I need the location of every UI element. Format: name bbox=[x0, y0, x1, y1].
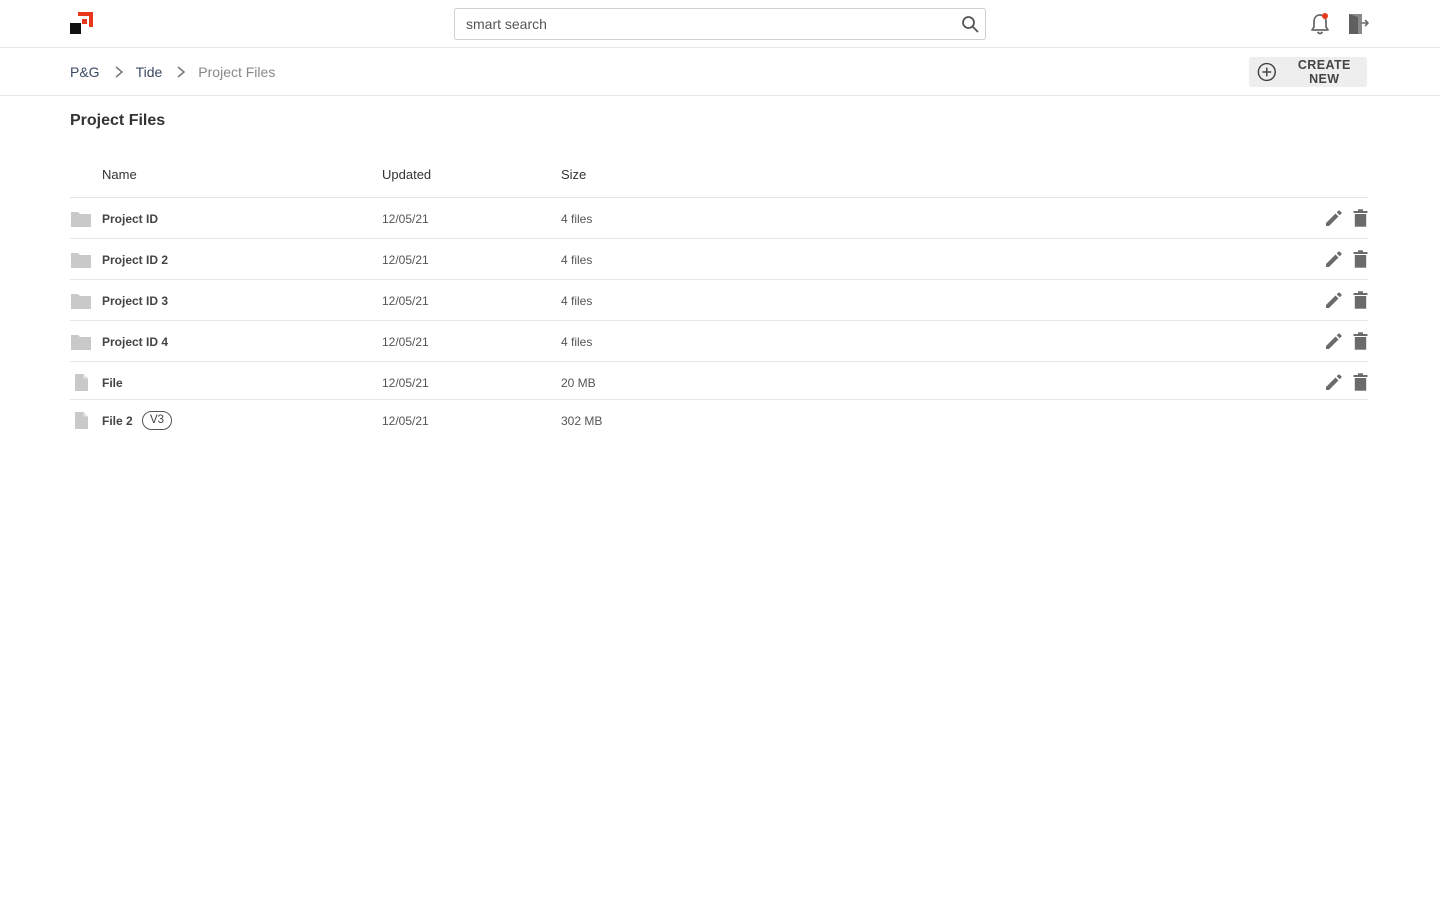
row-size: 4 files bbox=[561, 335, 593, 349]
folder-icon bbox=[71, 253, 91, 268]
row-updated: 12/05/21 bbox=[382, 294, 429, 308]
trash-icon[interactable] bbox=[1353, 291, 1368, 309]
row-updated: 12/05/21 bbox=[382, 212, 429, 226]
column-header-size[interactable]: Size bbox=[561, 167, 586, 182]
table-row[interactable]: Project ID 3 12/05/21 4 files bbox=[70, 280, 1368, 321]
logout-icon[interactable] bbox=[1346, 12, 1370, 36]
trash-icon[interactable] bbox=[1353, 209, 1368, 227]
table-row[interactable]: File 12/05/21 20 MB bbox=[70, 362, 1368, 400]
trash-icon[interactable] bbox=[1353, 250, 1368, 268]
row-name[interactable]: Project ID 3 bbox=[102, 294, 168, 308]
column-header-updated[interactable]: Updated bbox=[382, 167, 431, 182]
row-name[interactable]: File 2 bbox=[102, 414, 133, 428]
chevron-right-icon bbox=[115, 66, 123, 78]
column-header-name[interactable]: Name bbox=[102, 167, 137, 182]
logo-icon[interactable] bbox=[70, 11, 94, 35]
edit-pencil-icon[interactable] bbox=[1324, 373, 1343, 392]
file-icon bbox=[75, 374, 88, 391]
table-row[interactable]: Project ID 4 12/05/21 4 files bbox=[70, 321, 1368, 362]
row-name[interactable]: File bbox=[102, 376, 123, 390]
create-new-button[interactable]: CREATE NEW bbox=[1249, 57, 1367, 87]
row-size: 4 files bbox=[561, 253, 593, 267]
search-icon[interactable] bbox=[961, 15, 979, 33]
chevron-right-icon bbox=[177, 66, 186, 78]
top-bar bbox=[0, 0, 1440, 48]
edit-pencil-icon[interactable] bbox=[1324, 250, 1343, 269]
breadcrumb-current: Project Files bbox=[198, 64, 276, 80]
row-updated: 12/05/21 bbox=[382, 414, 429, 428]
search-box bbox=[454, 8, 986, 40]
plus-circle-icon bbox=[1257, 62, 1276, 82]
folder-icon bbox=[71, 294, 91, 309]
table-header: Name Updated Size bbox=[70, 150, 1368, 198]
row-updated: 12/05/21 bbox=[382, 335, 429, 349]
trash-icon[interactable] bbox=[1353, 373, 1368, 391]
edit-pencil-icon[interactable] bbox=[1324, 291, 1343, 310]
trash-icon[interactable] bbox=[1353, 332, 1368, 350]
files-table: Name Updated Size Project ID 12/05/21 4 … bbox=[70, 150, 1368, 438]
row-name[interactable]: Project ID 4 bbox=[102, 335, 168, 349]
row-updated: 12/05/21 bbox=[382, 376, 429, 390]
row-size: 20 MB bbox=[561, 376, 596, 390]
table-row[interactable]: Project ID 2 12/05/21 4 files bbox=[70, 239, 1368, 280]
page-title: Project Files bbox=[70, 112, 166, 129]
folder-icon bbox=[71, 212, 91, 227]
breadcrumb-item-pg[interactable]: P&G bbox=[70, 64, 100, 80]
create-new-label: CREATE NEW bbox=[1297, 58, 1351, 86]
row-size: 302 MB bbox=[561, 414, 603, 428]
row-size: 4 files bbox=[561, 212, 593, 226]
notification-bell-icon[interactable] bbox=[1309, 12, 1331, 36]
version-badge[interactable]: V3 bbox=[142, 411, 173, 430]
row-updated: 12/05/21 bbox=[382, 253, 429, 267]
row-size: 4 files bbox=[561, 294, 593, 308]
breadcrumb: P&G Tide Project Files bbox=[70, 63, 275, 81]
row-name[interactable]: Project ID bbox=[102, 212, 158, 226]
table-row[interactable]: Project ID 12/05/21 4 files bbox=[70, 198, 1368, 239]
search-input[interactable] bbox=[455, 9, 945, 39]
edit-pencil-icon[interactable] bbox=[1324, 209, 1343, 228]
breadcrumb-bar: P&G Tide Project Files CREATE NEW bbox=[0, 48, 1440, 96]
breadcrumb-item-tide[interactable]: Tide bbox=[136, 64, 163, 80]
row-name[interactable]: Project ID 2 bbox=[102, 253, 168, 267]
notification-dot-icon bbox=[1322, 13, 1328, 19]
table-row[interactable]: File 2 V3 12/05/21 302 MB bbox=[70, 400, 1368, 438]
folder-icon bbox=[71, 335, 91, 350]
edit-pencil-icon[interactable] bbox=[1324, 332, 1343, 351]
file-icon bbox=[75, 412, 88, 429]
